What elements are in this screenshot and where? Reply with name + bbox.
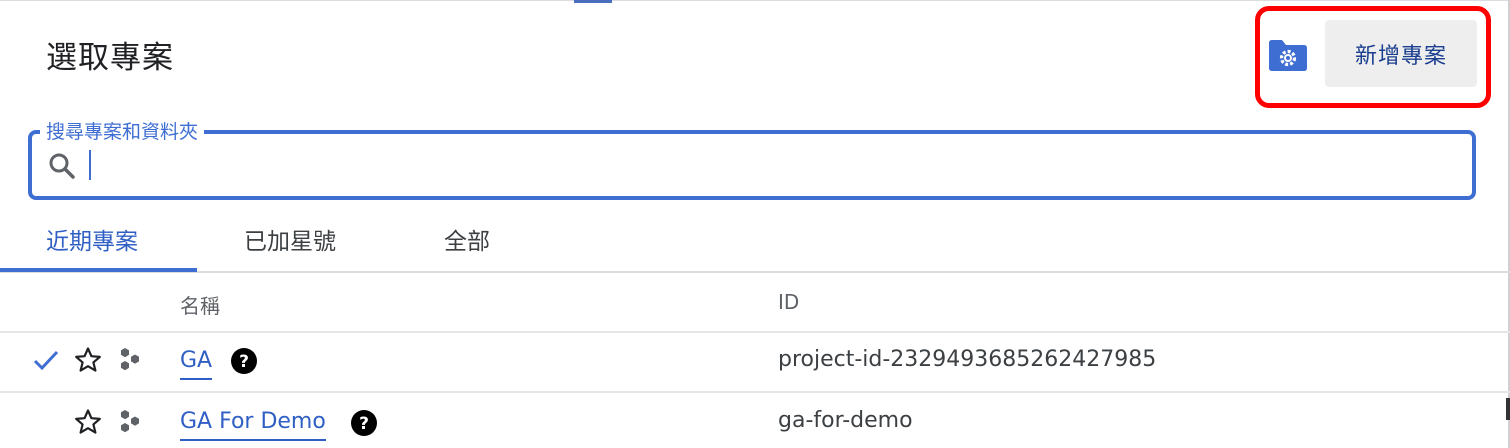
scrollbar-thumb[interactable] bbox=[1506, 398, 1510, 420]
project-link-ga[interactable]: GA bbox=[180, 348, 213, 380]
star-outline-icon[interactable] bbox=[74, 346, 102, 374]
row-divider bbox=[0, 391, 1510, 393]
search-input[interactable] bbox=[86, 148, 1460, 184]
tab-starred[interactable]: 已加星號 bbox=[244, 222, 336, 256]
search-field-label: 搜尋專案和資料夾 bbox=[40, 120, 205, 144]
header-divider bbox=[0, 331, 1510, 333]
tab-recent-projects[interactable]: 近期專案 bbox=[46, 222, 138, 256]
check-icon bbox=[33, 350, 59, 371]
search-icon bbox=[49, 153, 75, 179]
column-header-id: ID bbox=[778, 290, 800, 314]
project-id-value: project-id-2329493685262427985 bbox=[778, 347, 1157, 372]
help-icon[interactable]: ? bbox=[350, 409, 378, 437]
help-icon[interactable]: ? bbox=[230, 347, 258, 375]
project-link-ga-for-demo[interactable]: GA For Demo bbox=[180, 409, 326, 441]
project-hexagon-icon bbox=[121, 348, 139, 371]
column-header-name: 名稱 bbox=[180, 294, 220, 318]
svg-text:?: ? bbox=[359, 414, 369, 434]
top-accent-bar bbox=[574, 0, 612, 3]
active-tab-indicator bbox=[0, 268, 197, 272]
svg-text:?: ? bbox=[239, 352, 249, 372]
dialog-title: 選取專案 bbox=[46, 40, 174, 76]
top-border bbox=[0, 0, 1510, 1]
text-caret bbox=[89, 150, 91, 180]
new-project-button[interactable]: 新增專案 bbox=[1325, 20, 1477, 87]
tab-all[interactable]: 全部 bbox=[444, 222, 490, 256]
project-id-value: ga-for-demo bbox=[778, 408, 913, 433]
folder-settings-icon[interactable] bbox=[1267, 37, 1309, 73]
tabs-divider bbox=[0, 271, 1510, 273]
project-hexagon-icon bbox=[121, 410, 139, 433]
star-outline-icon[interactable] bbox=[74, 408, 102, 436]
